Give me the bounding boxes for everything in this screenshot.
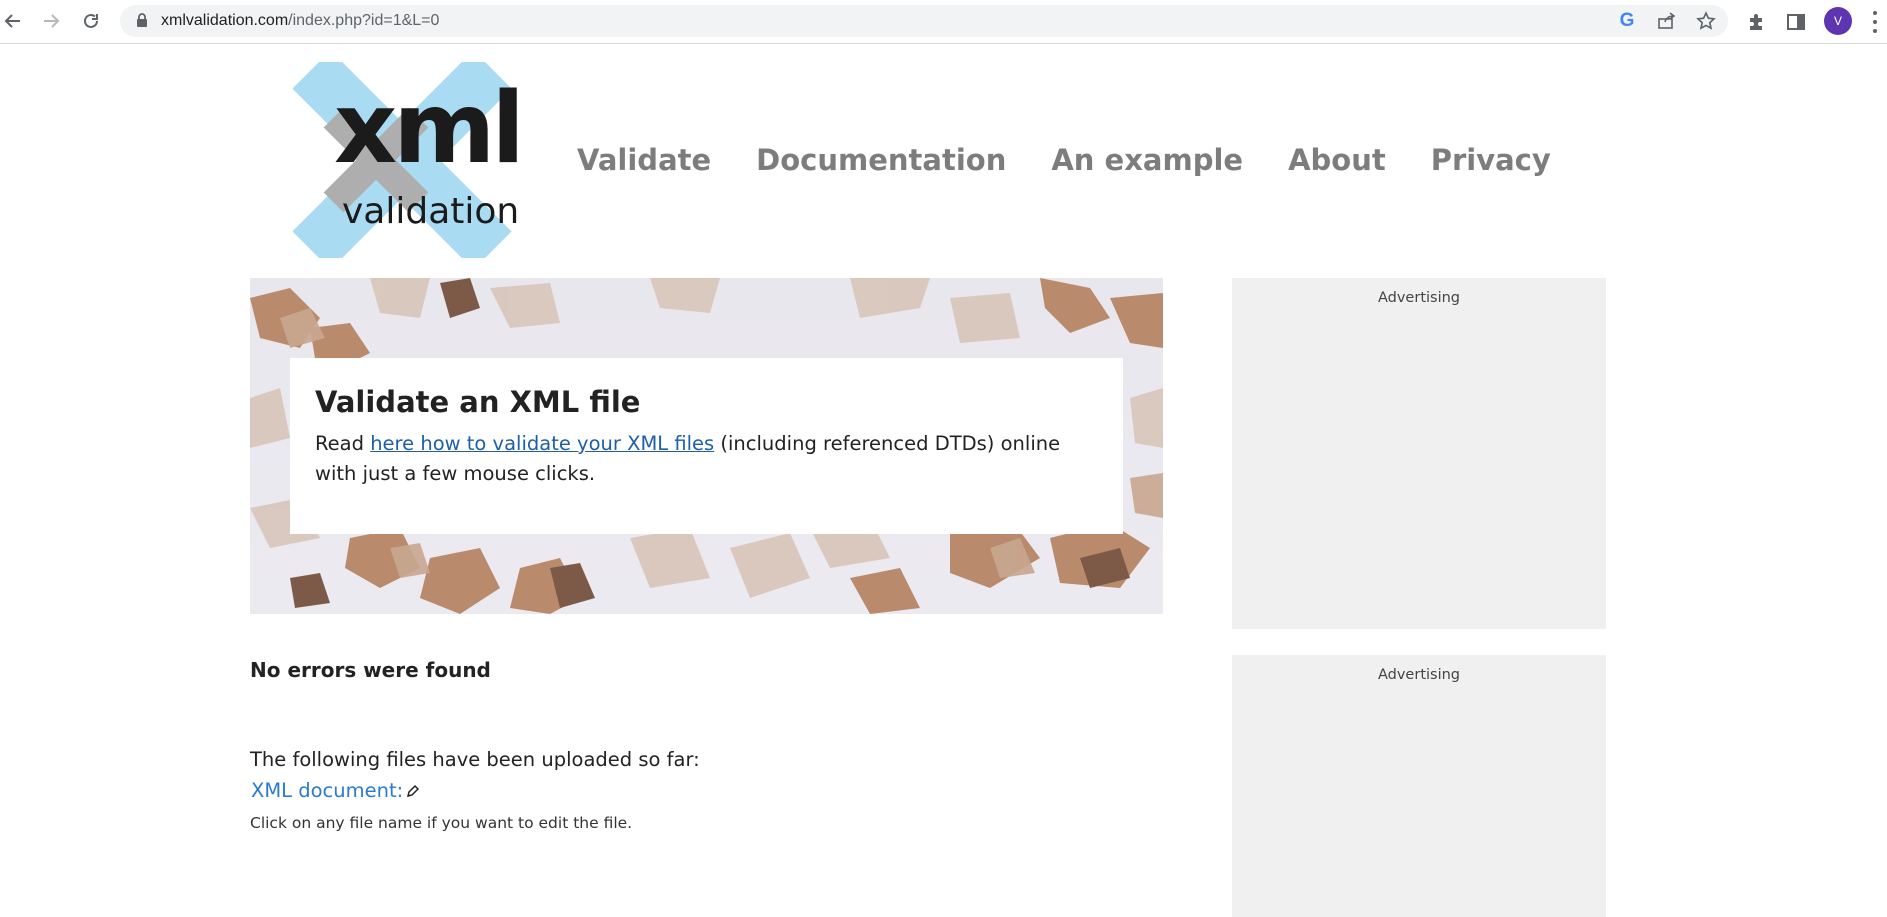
nav-documentation[interactable]: Documentation <box>756 140 1006 180</box>
hero-title: Validate an XML file <box>315 385 641 419</box>
reload-icon[interactable] <box>78 8 104 34</box>
advertising-label: Advertising <box>1377 290 1461 306</box>
hero-text-before: Read <box>315 432 371 455</box>
advertising-box-2[interactable]: Advertising <box>1232 655 1606 917</box>
lock-icon <box>136 13 148 28</box>
url-host: xmlvalidation.com <box>161 12 289 29</box>
url-text: xmlvalidation.com/index.php?id=1&L=0 <box>161 10 439 32</box>
google-lens-icon[interactable]: G <box>1615 9 1639 33</box>
advertising-box-1[interactable]: Advertising <box>1232 278 1606 629</box>
logo-wordmark: xml <box>334 72 525 186</box>
advertising-label: Advertising <box>1377 667 1461 683</box>
logo-subtitle: validation <box>342 191 520 232</box>
browser-toolbar: xmlvalidation.com/index.php?id=1&L=0 G V <box>0 0 1887 44</box>
kebab-menu-icon[interactable] <box>1870 9 1880 35</box>
hero-description: Read here how to validate your XML files… <box>315 429 1098 489</box>
xml-document-link[interactable]: XML document: <box>251 776 420 806</box>
uploaded-files-label: The following files have been uploaded s… <box>250 748 700 771</box>
validation-result-title: No errors were found <box>250 658 491 682</box>
how-to-validate-link[interactable]: here how to validate your XML files <box>370 432 714 455</box>
edit-file-hint: Click on any file name if you want to ed… <box>250 814 633 832</box>
pencil-icon <box>407 784 420 798</box>
hero-card: Validate an XML file Read here how to va… <box>290 358 1123 534</box>
nav-privacy[interactable]: Privacy <box>1431 140 1551 180</box>
bookmark-star-icon[interactable] <box>1694 9 1718 33</box>
share-icon[interactable] <box>1655 9 1679 33</box>
nav-validate[interactable]: Validate <box>577 140 711 180</box>
profile-avatar[interactable]: V <box>1824 7 1852 35</box>
forward-icon[interactable] <box>38 8 64 34</box>
xml-document-link-text: XML document: <box>251 779 404 802</box>
extensions-icon[interactable] <box>1742 8 1770 36</box>
url-path: /index.php?id=1&L=0 <box>288 12 440 29</box>
side-panel-icon[interactable] <box>1782 8 1810 36</box>
main-navigation: Validate Documentation An example About … <box>577 140 1551 180</box>
back-icon[interactable] <box>0 8 26 34</box>
nav-an-example[interactable]: An example <box>1051 140 1243 180</box>
nav-about[interactable]: About <box>1288 140 1386 180</box>
